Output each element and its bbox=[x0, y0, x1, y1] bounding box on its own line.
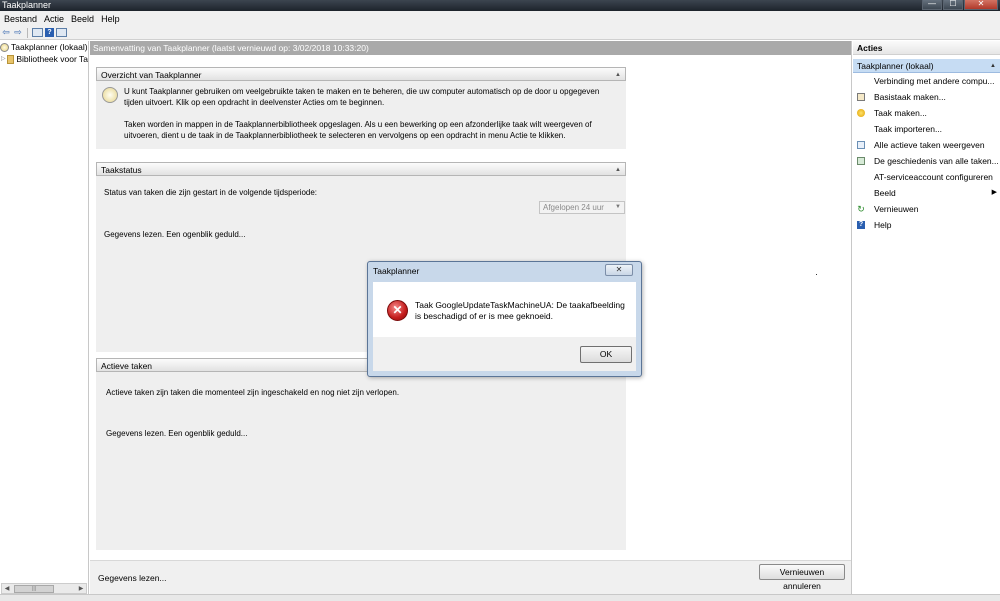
submenu-arrow-icon: ▶ bbox=[991, 189, 997, 196]
action-show-running-tasks[interactable]: Alle actieve taken weergeven bbox=[853, 137, 1000, 153]
active-tasks-description: Actieve taken zijn taken die momenteel z… bbox=[106, 388, 400, 397]
toolbar-divider bbox=[27, 27, 28, 38]
tree-item-taakplanner-lokaal[interactable]: Taakplanner (lokaal) bbox=[0, 41, 88, 53]
menu-beeld[interactable]: Beeld bbox=[69, 14, 99, 24]
window-title: Taakplanner bbox=[2, 0, 52, 10]
error-dialog: Taakplanner ✕ ✕ Taak GoogleUpdateTaskMac… bbox=[367, 261, 642, 377]
dialog-body: ✕ Taak GoogleUpdateTaskMachineUA: De taa… bbox=[373, 282, 636, 337]
refresh-icon: ↻ bbox=[857, 204, 865, 214]
status-period-label: Status van taken die zijn gestart in de … bbox=[104, 188, 318, 197]
tree-item-bibliotheek[interactable]: ▷ Bibliotheek voor Ta bbox=[0, 53, 88, 65]
actions-header: Acties bbox=[853, 41, 1000, 55]
action-create-task[interactable]: Taak maken... bbox=[853, 105, 1000, 121]
summary-header: Samenvatting van Taakplanner (laatst ver… bbox=[90, 41, 851, 55]
blank-icon bbox=[857, 125, 865, 133]
action-refresh[interactable]: ↻ Vernieuwen bbox=[853, 201, 1000, 217]
period-dropdown-value: Afgelopen 24 uur bbox=[543, 203, 604, 212]
action-label: Alle actieve taken weergeven bbox=[874, 140, 985, 150]
overview-paragraph-1: U kunt Taakplanner gebruiken om veelgebr… bbox=[124, 87, 600, 107]
back-arrow-icon[interactable]: ⇦ bbox=[1, 27, 11, 38]
stray-pixel bbox=[816, 274, 817, 275]
window-titlebar: Taakplanner — ☐ ✕ bbox=[0, 0, 1000, 11]
collapse-icon[interactable]: ▲ bbox=[615, 163, 621, 177]
action-label: De geschiedenis van alle taken... bbox=[874, 156, 999, 166]
menu-bestand[interactable]: Bestand bbox=[2, 14, 42, 24]
action-label: Taak importeren... bbox=[874, 124, 943, 134]
window-controls: — ☐ ✕ bbox=[922, 0, 998, 10]
forward-arrow-icon[interactable]: ⇨ bbox=[13, 27, 23, 38]
menu-help[interactable]: Help bbox=[99, 14, 125, 24]
status-loading-text: Gegevens lezen. Een ogenblik geduld... bbox=[104, 230, 246, 239]
action-label: Basistaak maken... bbox=[874, 92, 946, 102]
list-icon bbox=[857, 141, 865, 149]
action-label: Vernieuwen bbox=[874, 204, 919, 214]
collapse-icon[interactable]: ▲ bbox=[615, 68, 621, 82]
action-label: Verbinding met andere compu... bbox=[874, 76, 995, 86]
scroll-thumb[interactable]: ||| bbox=[14, 584, 54, 593]
window-bottom-edge bbox=[0, 594, 1000, 601]
toolbar: ⇦ ⇨ ? bbox=[0, 26, 1000, 40]
help-icon: ? bbox=[857, 221, 865, 229]
minimize-button[interactable]: — bbox=[922, 0, 942, 10]
action-create-basic-task[interactable]: Basistaak maken... bbox=[853, 89, 1000, 105]
show-hide-action-pane-icon[interactable] bbox=[56, 28, 67, 37]
tree-item-label: Bibliotheek voor Ta bbox=[16, 54, 88, 64]
help-icon[interactable]: ? bbox=[45, 28, 54, 37]
footer-status-text: Gegevens lezen... bbox=[98, 573, 167, 583]
clock-large-icon bbox=[102, 87, 118, 103]
expand-triangle-icon[interactable]: ▷ bbox=[0, 53, 7, 65]
menu-actie[interactable]: Actie bbox=[42, 14, 69, 24]
action-label: AT-serviceaccount configureren bbox=[874, 172, 993, 182]
cancel-refresh-button[interactable]: Vernieuwen annuleren bbox=[759, 564, 845, 591]
scroll-left-icon[interactable]: ◀ bbox=[2, 585, 12, 592]
chevron-down-icon: ▼ bbox=[615, 204, 621, 210]
dialog-footer: OK bbox=[373, 337, 636, 371]
action-import-task[interactable]: Taak importeren... bbox=[853, 121, 1000, 137]
task-status-section-header[interactable]: Taakstatus ▲ bbox=[96, 162, 626, 176]
error-icon: ✕ bbox=[387, 300, 408, 321]
maximize-button[interactable]: ☐ bbox=[943, 0, 963, 10]
history-icon bbox=[857, 157, 865, 165]
overview-section: Overzicht van Taakplanner ▲ U kunt Taakp… bbox=[96, 67, 626, 149]
folder-icon bbox=[6, 54, 15, 64]
action-connect-other-computer[interactable]: Verbinding met andere compu... bbox=[853, 73, 1000, 89]
action-label: Beeld bbox=[874, 188, 896, 198]
calendar-icon bbox=[857, 93, 865, 101]
overview-paragraph-2: Taken worden in mappen in de Taakplanner… bbox=[124, 120, 592, 140]
center-footer: Gegevens lezen... Vernieuwen annuleren bbox=[90, 560, 851, 594]
task-status-title: Taakstatus bbox=[101, 165, 142, 175]
sun-icon bbox=[857, 109, 865, 117]
dialog-close-button[interactable]: ✕ bbox=[605, 264, 633, 276]
ok-button[interactable]: OK bbox=[580, 346, 632, 363]
action-task-history[interactable]: De geschiedenis van alle taken... bbox=[853, 153, 1000, 169]
actions-pane: Acties Taakplanner (lokaal) ▲ Verbinding… bbox=[853, 41, 1000, 594]
active-tasks-title: Actieve taken bbox=[101, 361, 153, 371]
overview-section-header[interactable]: Overzicht van Taakplanner ▲ bbox=[96, 67, 626, 81]
actions-section-header[interactable]: Taakplanner (lokaal) ▲ bbox=[853, 59, 1000, 73]
period-dropdown[interactable]: Afgelopen 24 uur ▼ bbox=[539, 201, 625, 214]
tree-item-label: Taakplanner (lokaal) bbox=[11, 42, 88, 52]
close-window-button[interactable]: ✕ bbox=[964, 0, 998, 10]
collapse-icon[interactable]: ▲ bbox=[990, 59, 996, 73]
action-view[interactable]: Beeld ▶ bbox=[853, 185, 1000, 201]
dialog-message: Taak GoogleUpdateTaskMachineUA: De taaka… bbox=[415, 300, 625, 321]
active-tasks-loading-text: Gegevens lezen. Een ogenblik geduld... bbox=[106, 429, 248, 438]
actions-section-title: Taakplanner (lokaal) bbox=[857, 61, 934, 71]
blank-icon bbox=[857, 77, 865, 85]
action-label: Help bbox=[874, 220, 892, 230]
action-help[interactable]: ? Help bbox=[853, 217, 1000, 233]
action-at-service-account[interactable]: AT-serviceaccount configureren bbox=[853, 169, 1000, 185]
tree-horizontal-scrollbar[interactable]: ◀ ||| ▶ bbox=[1, 583, 87, 594]
overview-title: Overzicht van Taakplanner bbox=[101, 70, 202, 80]
console-tree: Taakplanner (lokaal) ▷ Bibliotheek voor … bbox=[0, 41, 89, 594]
dialog-title: Taakplanner bbox=[373, 266, 420, 276]
blank-icon bbox=[857, 173, 865, 181]
blank-icon bbox=[857, 189, 865, 197]
menubar: Bestand Actie Beeld Help bbox=[0, 11, 1000, 26]
show-hide-console-tree-icon[interactable] bbox=[32, 28, 43, 37]
action-label: Taak maken... bbox=[874, 108, 927, 118]
active-tasks-section: Actieve taken Actieve taken zijn taken d… bbox=[96, 358, 626, 550]
clock-icon bbox=[0, 42, 9, 52]
scroll-right-icon[interactable]: ▶ bbox=[76, 585, 86, 592]
